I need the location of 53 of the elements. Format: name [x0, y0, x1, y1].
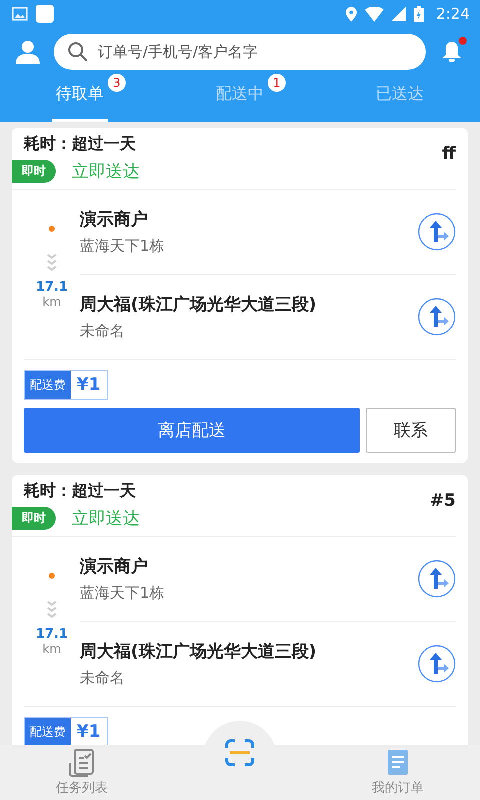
- distance: 17.1: [36, 627, 68, 642]
- location-icon: [346, 6, 358, 22]
- stop-name: 演示商户: [80, 209, 149, 231]
- order-tag: 即时: [12, 160, 56, 183]
- search-field[interactable]: 订单号/手机号/客户名字: [54, 34, 426, 70]
- image-icon: [12, 6, 28, 22]
- order-card[interactable]: 耗时：超过一天 ff 即时 立即送达 17.1 km 演示商户 蓝海天下1栋 周大福(珠江广场光华大道三段) 未命名 配送费 ¥1 离店配送 联系: [12, 128, 468, 463]
- search-icon: [68, 42, 88, 62]
- count-badge: 1: [268, 74, 286, 92]
- order-number: ff: [442, 144, 456, 164]
- signal-icon: [392, 7, 406, 21]
- bottom-nav-item[interactable]: 我的订单: [316, 745, 480, 800]
- depart-store-button[interactable]: 离店配送: [24, 408, 360, 453]
- wifi-icon: [365, 6, 384, 22]
- chevrons-icon: [47, 601, 57, 619]
- stop-address: 蓝海天下1栋: [80, 584, 166, 603]
- stop-address: 未命名: [80, 669, 126, 688]
- count-badge: 3: [108, 74, 126, 92]
- distance-unit: km: [42, 642, 62, 656]
- contact-button[interactable]: 联系: [366, 408, 456, 453]
- navigation-icon[interactable]: [418, 560, 456, 598]
- stop-address: 蓝海天下1栋: [80, 237, 166, 256]
- app-icon: [36, 5, 54, 23]
- stop-name: 演示商户: [80, 556, 149, 578]
- order-card[interactable]: 耗时：超过一天 #5 即时 立即送达 17.1 km 演示商户 蓝海天下1栋 周大福(珠江广场光华大道三段) 未命名 配送费 ¥1: [12, 475, 468, 745]
- order-number: #5: [430, 491, 456, 511]
- distance-unit: km: [42, 295, 62, 309]
- elapsed-time: 耗时：超过一天: [24, 134, 136, 155]
- elapsed-time: 耗时：超过一天: [24, 481, 136, 502]
- delivery-time: 立即送达: [72, 161, 140, 183]
- bottom-nav-item[interactable]: 任务列表: [0, 745, 164, 800]
- fee-label: 配送费: [25, 371, 71, 399]
- profile-icon[interactable]: [16, 40, 40, 64]
- scan-icon: [225, 739, 255, 767]
- stop-name: 周大福(珠江广场光华大道三段): [80, 641, 318, 663]
- battery-icon: [414, 6, 424, 22]
- navigation-icon[interactable]: [418, 213, 456, 251]
- pickup-dot: [49, 226, 55, 232]
- chevrons-icon: [47, 254, 57, 272]
- distance: 17.1: [36, 280, 68, 295]
- stop-address: 未命名: [80, 322, 126, 341]
- navigation-icon[interactable]: [418, 645, 456, 683]
- navigation-icon[interactable]: [418, 298, 456, 336]
- order-tag: 即时: [12, 507, 56, 530]
- status-time: 2:24: [436, 5, 470, 23]
- tab[interactable]: 已送达: [372, 70, 428, 122]
- tab[interactable]: 配送中: [212, 70, 268, 122]
- pickup-dot: [49, 573, 55, 579]
- stop-name: 周大福(珠江广场光华大道三段): [80, 294, 318, 316]
- checklist-icon: [69, 748, 95, 776]
- orders-icon: [385, 748, 411, 776]
- delivery-time: 立即送达: [72, 508, 140, 530]
- fee-label: 配送费: [25, 718, 71, 745]
